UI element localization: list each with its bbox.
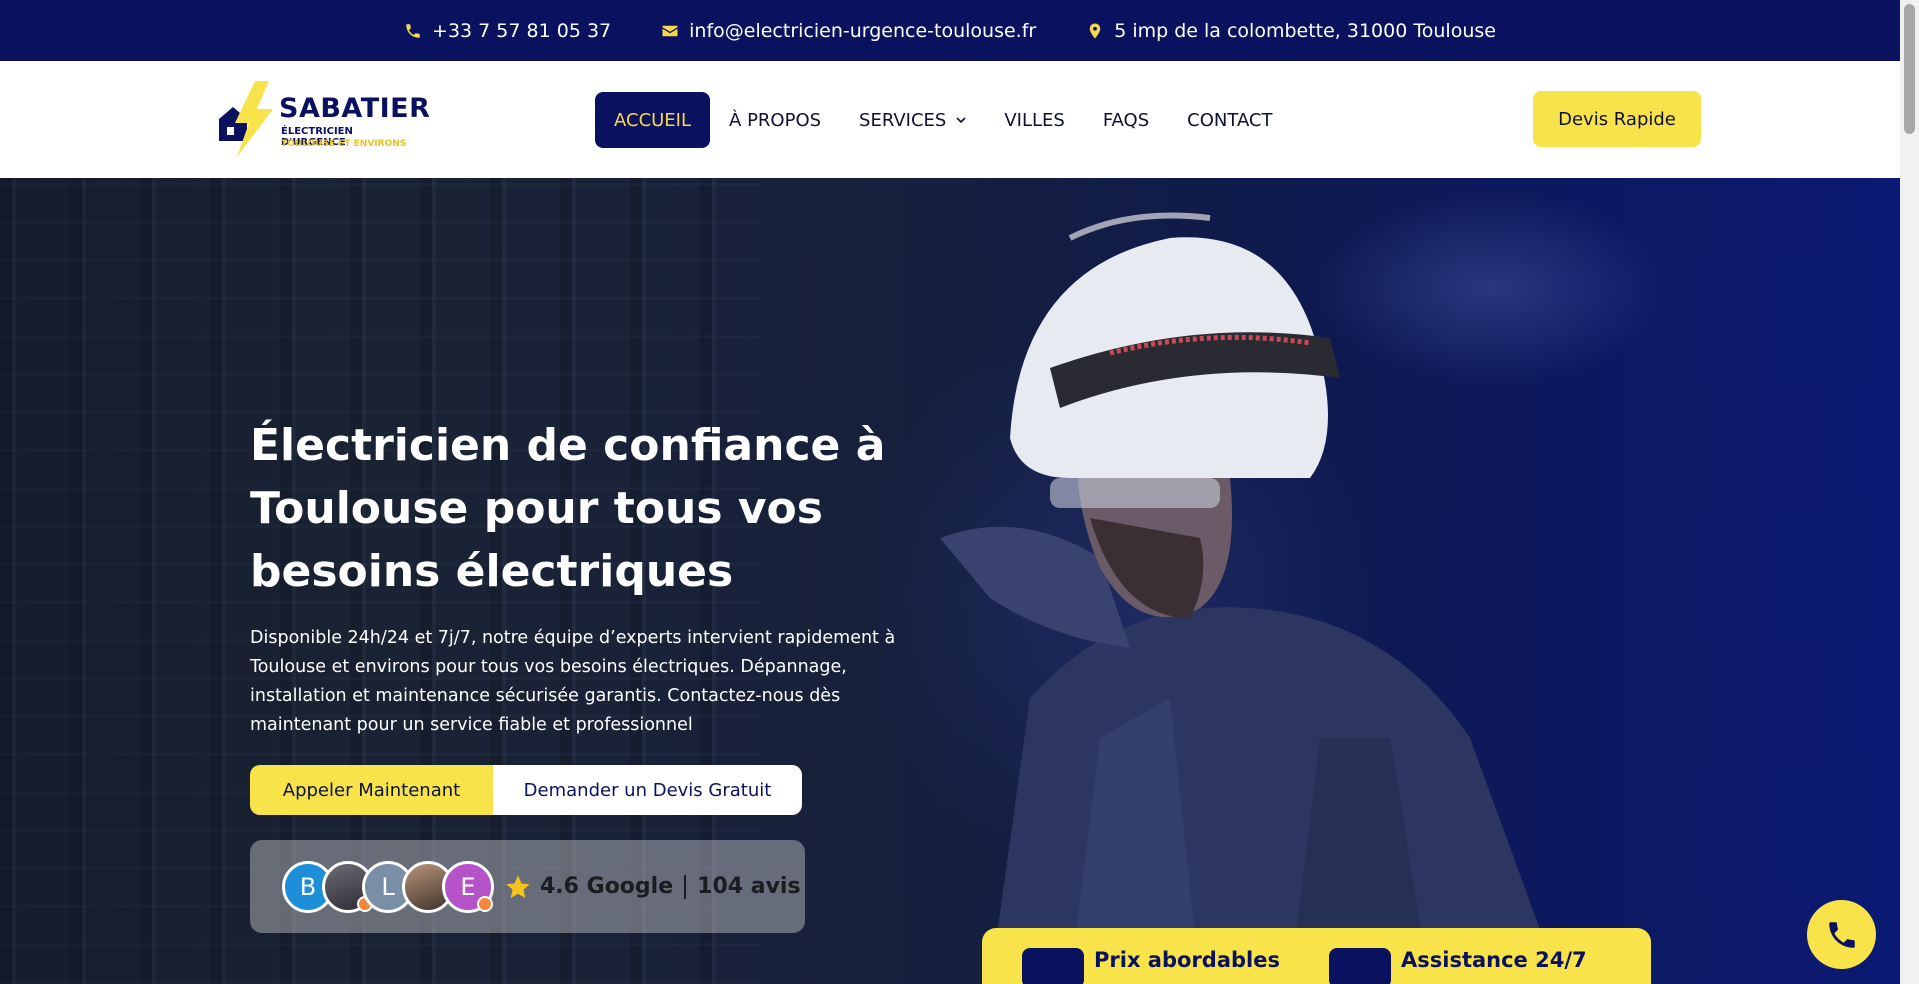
google-reviews-badge[interactable]: B L E 4.6 Google 104 avis <box>250 840 805 933</box>
avatar: E <box>442 860 494 913</box>
floating-call-button[interactable] <box>1807 900 1876 969</box>
nav-item-villes[interactable]: VILLES <box>985 92 1083 148</box>
chevron-down-icon <box>956 117 966 124</box>
nav-item-faqs[interactable]: FAQS <box>1084 92 1168 148</box>
hero-title: Électricien de confiance à Toulouse pour… <box>250 420 886 597</box>
phone-number: +33 7 57 81 05 37 <box>432 19 612 42</box>
avatar-initial: E <box>460 872 476 901</box>
scrollbar-thumb[interactable] <box>1904 4 1915 134</box>
reviewer-avatars: B L E <box>282 860 494 913</box>
hero-cta-group: Appeler Maintenant Demander un Devis Gra… <box>250 765 802 815</box>
top-contact-bar: +33 7 57 81 05 37 info@electricien-urgen… <box>0 0 1900 61</box>
phone-icon <box>406 23 420 38</box>
review-count: 104 avis <box>697 874 801 899</box>
map-pin-icon <box>1089 23 1101 38</box>
rating-value: 4.6 Google <box>540 874 674 899</box>
nav-item-services-label: SERVICES <box>859 109 947 131</box>
nav-item-a-propos[interactable]: À PROPOS <box>710 92 840 148</box>
hero-section: Électricien de confiance à Toulouse pour… <box>0 178 1900 984</box>
feature-affordable: Prix abordables <box>1022 948 1280 984</box>
star-icon <box>506 874 530 898</box>
nav-item-accueil[interactable]: ACCUEIL <box>595 92 711 148</box>
logo-brand: SABATIER <box>279 93 431 124</box>
feature-label: Assistance 24/7 <box>1401 948 1587 972</box>
free-quote-button[interactable]: Demander un Devis Gratuit <box>493 765 802 815</box>
phone-icon <box>1828 921 1855 948</box>
rating-summary: 4.6 Google 104 avis <box>504 873 801 901</box>
address-text: 5 imp de la colombette, 31000 Toulouse <box>1114 19 1496 42</box>
email-address: info@electricien-urgence-toulouse.fr <box>689 19 1037 42</box>
price-icon <box>1022 948 1084 984</box>
nav-item-services[interactable]: SERVICES <box>840 92 985 148</box>
feature-label: Prix abordables <box>1094 948 1280 972</box>
devis-rapide-button[interactable]: Devis Rapide <box>1533 91 1701 147</box>
nav-item-contact[interactable]: CONTACT <box>1168 92 1291 148</box>
topbar-address[interactable]: 5 imp de la colombette, 31000 Toulouse <box>1086 20 1496 42</box>
features-strip: Prix abordables Assistance 24/7 <box>982 928 1651 984</box>
page-scrollbar[interactable] <box>1900 0 1919 984</box>
site-header: SABATIER ÉLECTRICIEN D'URGENCE TOULOUSE … <box>0 61 1900 178</box>
feature-support: Assistance 24/7 <box>1329 948 1587 984</box>
call-now-button[interactable]: Appeler Maintenant <box>250 765 493 815</box>
envelope-icon <box>662 25 678 36</box>
lightning-house-logo-icon <box>219 81 273 157</box>
main-nav: ACCUEIL À PROPOS SERVICES VILLES FAQS CO… <box>595 92 1292 148</box>
avatar-initial: B <box>299 872 317 901</box>
hero-description: Disponible 24h/24 et 7j/7, notre équipe … <box>250 628 896 735</box>
logo-region: TOULOUSE ET ENVIRONS <box>281 139 407 149</box>
avatar-initial: L <box>381 872 395 901</box>
hero-electrician-image <box>940 212 1560 984</box>
logo[interactable]: SABATIER ÉLECTRICIEN D'URGENCE TOULOUSE … <box>215 79 430 159</box>
topbar-email[interactable]: info@electricien-urgence-toulouse.fr <box>661 20 1036 42</box>
badge-icon <box>477 895 493 912</box>
topbar-phone[interactable]: +33 7 57 81 05 37 <box>404 20 611 42</box>
divider <box>684 874 687 899</box>
support-icon <box>1329 948 1391 984</box>
